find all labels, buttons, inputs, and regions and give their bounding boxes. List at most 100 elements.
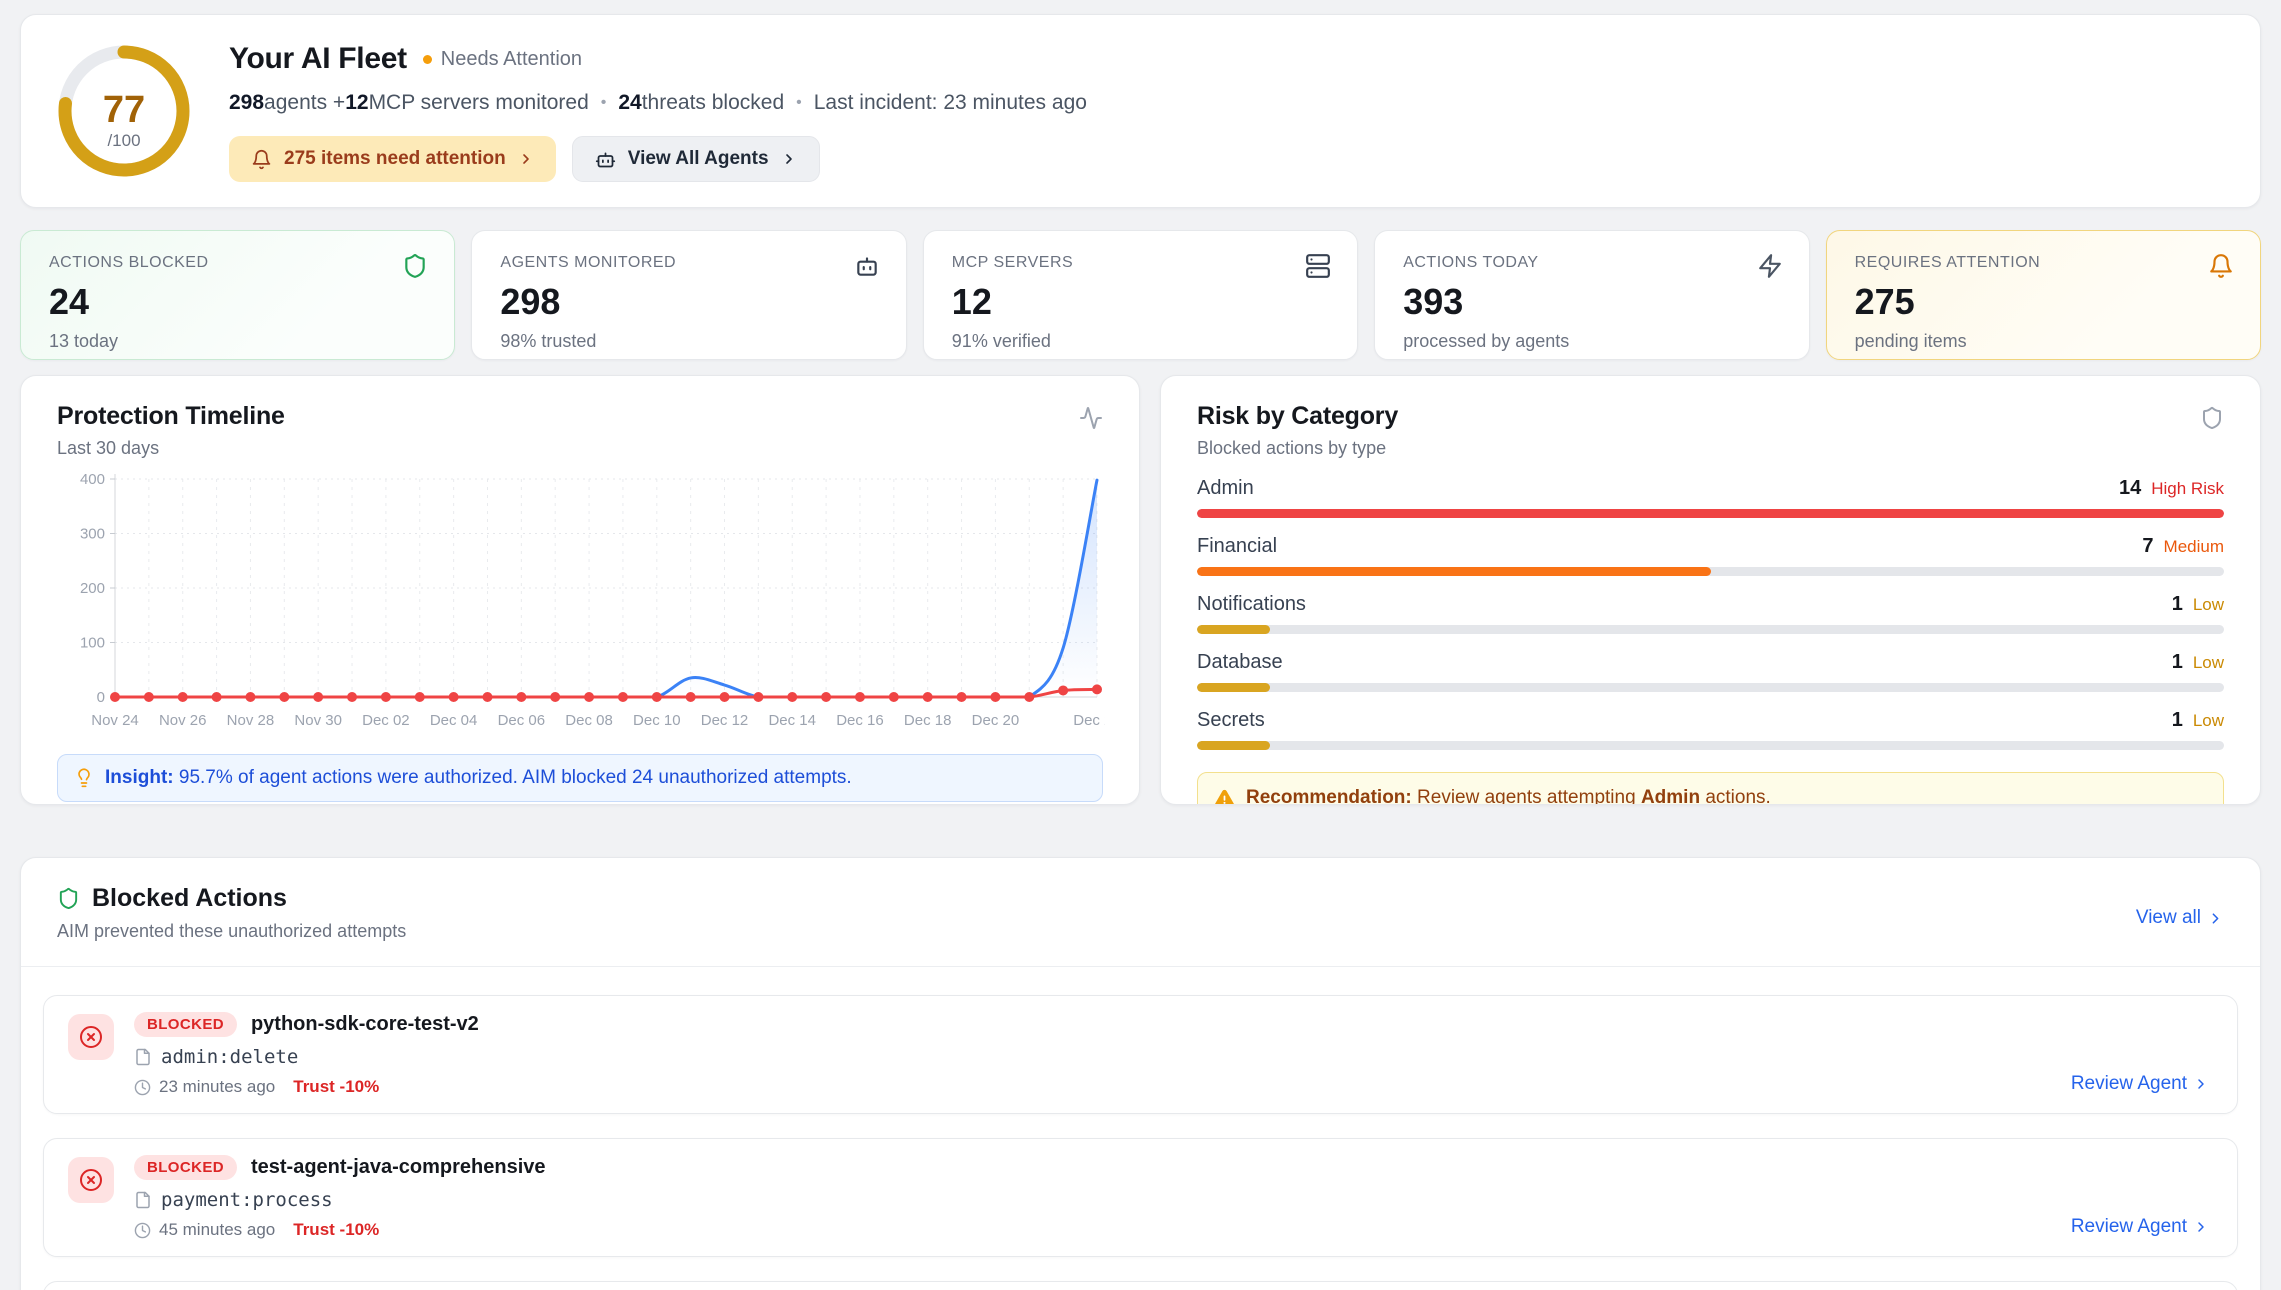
risk-bar-fill <box>1197 509 2224 518</box>
items-need-attention-button[interactable]: 275 items need attention <box>229 136 556 182</box>
blocked-avatar <box>68 1014 114 1060</box>
risk-category-label: Financial <box>1197 535 1277 558</box>
risk-category-label: Admin <box>1197 477 1254 500</box>
risk-title: Risk by Category <box>1197 402 1398 431</box>
view-all-agents-button[interactable]: View All Agents <box>572 136 820 182</box>
view-all-link[interactable]: View all <box>2136 894 2224 942</box>
clock-icon <box>134 1079 151 1096</box>
text-segment: Admin <box>1641 787 1700 805</box>
risk-category-list: Admin 14 High Risk Financial 7 Medium <box>1197 477 2224 750</box>
chevron-right-icon <box>518 151 534 167</box>
view-all-label: View all <box>2136 907 2201 929</box>
risk-bar-fill <box>1197 683 1270 692</box>
chevron-right-icon <box>2207 910 2224 927</box>
chevron-right-icon <box>2193 1076 2209 1092</box>
stat-label: AGENTS MONITORED <box>500 254 877 272</box>
risk-bar-fill <box>1197 625 1270 634</box>
stat-sub: 13 today <box>49 331 426 352</box>
protection-timeline-panel: Protection Timeline Last 30 days 0 100 200… <box>20 375 1140 805</box>
text-segment: agents + <box>264 91 345 115</box>
risk-category-count: 1 <box>2172 593 2183 616</box>
risk-category-count: 1 <box>2172 709 2183 732</box>
fleet-stats-line: 298 agents + 12 MCP servers monitored•24… <box>229 91 1087 115</box>
gauge-score: 77 <box>103 89 145 131</box>
text-segment: Review agents attempting <box>1412 787 1641 805</box>
blocked-time: 45 minutes ago <box>159 1220 275 1240</box>
bell-icon <box>2208 253 2234 284</box>
file-icon <box>134 1048 152 1066</box>
status-badge: Needs Attention <box>423 48 582 71</box>
svg-text:100: 100 <box>80 635 105 652</box>
recommendation-banner: Recommendation: Review agents attempting… <box>1197 772 2224 805</box>
risk-bar-fill <box>1197 567 1711 576</box>
svg-text:Nov 24: Nov 24 <box>91 712 139 729</box>
timeline-title: Protection Timeline <box>57 402 285 431</box>
risk-subtitle: Blocked actions by type <box>1197 438 1398 459</box>
text-segment: • <box>601 94 607 112</box>
risk-bar-track <box>1197 509 2224 518</box>
blocked-action-row: BLOCKED test-agent-java-comprehensive ad… <box>43 1281 2238 1290</box>
status-label: Needs Attention <box>441 48 582 71</box>
circle-x-icon <box>79 1168 103 1192</box>
text-segment: threats blocked <box>642 91 784 115</box>
trust-delta: Trust -10% <box>293 1077 379 1097</box>
fleet-summary-card: 77 /100 Your AI Fleet Needs Attention 29… <box>20 14 2261 208</box>
bell-icon <box>251 149 272 170</box>
circle-x-icon <box>79 1025 103 1049</box>
stat-label: ACTIONS BLOCKED <box>49 254 426 272</box>
review-agent-label: Review Agent <box>2071 1216 2187 1238</box>
risk-bar-track <box>1197 683 2224 692</box>
blocked-actions-subtitle: AIM prevented these unauthorized attempt… <box>57 921 406 942</box>
text-segment: 298 <box>229 91 264 115</box>
review-agent-link[interactable]: Review Agent <box>2071 1216 2209 1238</box>
risk-category-row: Notifications 1 Low <box>1197 593 2224 634</box>
protection-timeline-chart: 0100200300400Nov 24Nov 26Nov 28Nov 30Dec… <box>57 467 1105 735</box>
svg-text:Nov 26: Nov 26 <box>159 712 207 729</box>
insight-banner: Insight: 95.7% of agent actions were aut… <box>57 754 1103 802</box>
stat-sub: 98% trusted <box>500 331 877 352</box>
svg-text:Dec 18: Dec 18 <box>904 712 952 729</box>
chevron-right-icon <box>781 151 797 167</box>
text-segment: MCP servers monitored <box>369 91 589 115</box>
blocked-command: admin:delete <box>161 1046 298 1068</box>
svg-text:400: 400 <box>80 471 105 488</box>
shield-icon <box>57 887 80 910</box>
risk-level-badge: Low <box>2193 653 2224 673</box>
svg-text:Dec 12: Dec 12 <box>701 712 749 729</box>
zap-icon <box>1757 253 1783 284</box>
activity-icon <box>1079 406 1103 435</box>
shield-icon <box>402 253 428 284</box>
svg-text:Dec 02: Dec 02 <box>362 712 410 729</box>
blocked-actions-list: BLOCKED python-sdk-core-test-v2 admin:de… <box>21 967 2260 1290</box>
risk-category-count: 14 <box>2119 477 2141 500</box>
stat-label: ACTIONS TODAY <box>1403 254 1780 272</box>
items-need-attention-label: 275 items need attention <box>284 148 506 170</box>
risk-level-badge: High Risk <box>2151 479 2224 499</box>
risk-level-badge: Low <box>2193 595 2224 615</box>
svg-text:0: 0 <box>97 689 105 706</box>
svg-text:200: 200 <box>80 580 105 597</box>
blocked-avatar <box>68 1157 114 1203</box>
timeline-subtitle: Last 30 days <box>57 438 285 459</box>
text-segment: Insight: <box>105 767 174 788</box>
review-agent-link[interactable]: Review Agent <box>2071 1073 2209 1095</box>
blocked-badge: BLOCKED <box>134 1012 237 1037</box>
server-icon <box>1305 253 1331 284</box>
risk-by-category-panel: Risk by Category Blocked actions by type… <box>1160 375 2261 805</box>
chevron-right-icon <box>2193 1219 2209 1235</box>
svg-text:Nov 28: Nov 28 <box>227 712 275 729</box>
stat-cards-row: ACTIONS BLOCKED 24 13 today AGENTS MONIT… <box>20 230 2261 360</box>
svg-text:Dec 23: Dec 23 <box>1073 712 1105 729</box>
risk-bar-fill <box>1197 741 1270 750</box>
risk-level-badge: Low <box>2193 711 2224 731</box>
stat-label: REQUIRES ATTENTION <box>1855 254 2232 272</box>
risk-bar-track <box>1197 741 2224 750</box>
svg-text:Dec 04: Dec 04 <box>430 712 478 729</box>
lightbulb-icon <box>74 768 94 788</box>
stat-value: 24 <box>49 281 426 323</box>
insight-text: Insight: 95.7% of agent actions were aut… <box>105 767 852 789</box>
blocked-command: payment:process <box>161 1189 333 1211</box>
risk-category-label: Secrets <box>1197 709 1265 732</box>
stat-value: 12 <box>952 281 1329 323</box>
stat-card-agents-monitored: AGENTS MONITORED 298 98% trusted <box>471 230 906 360</box>
